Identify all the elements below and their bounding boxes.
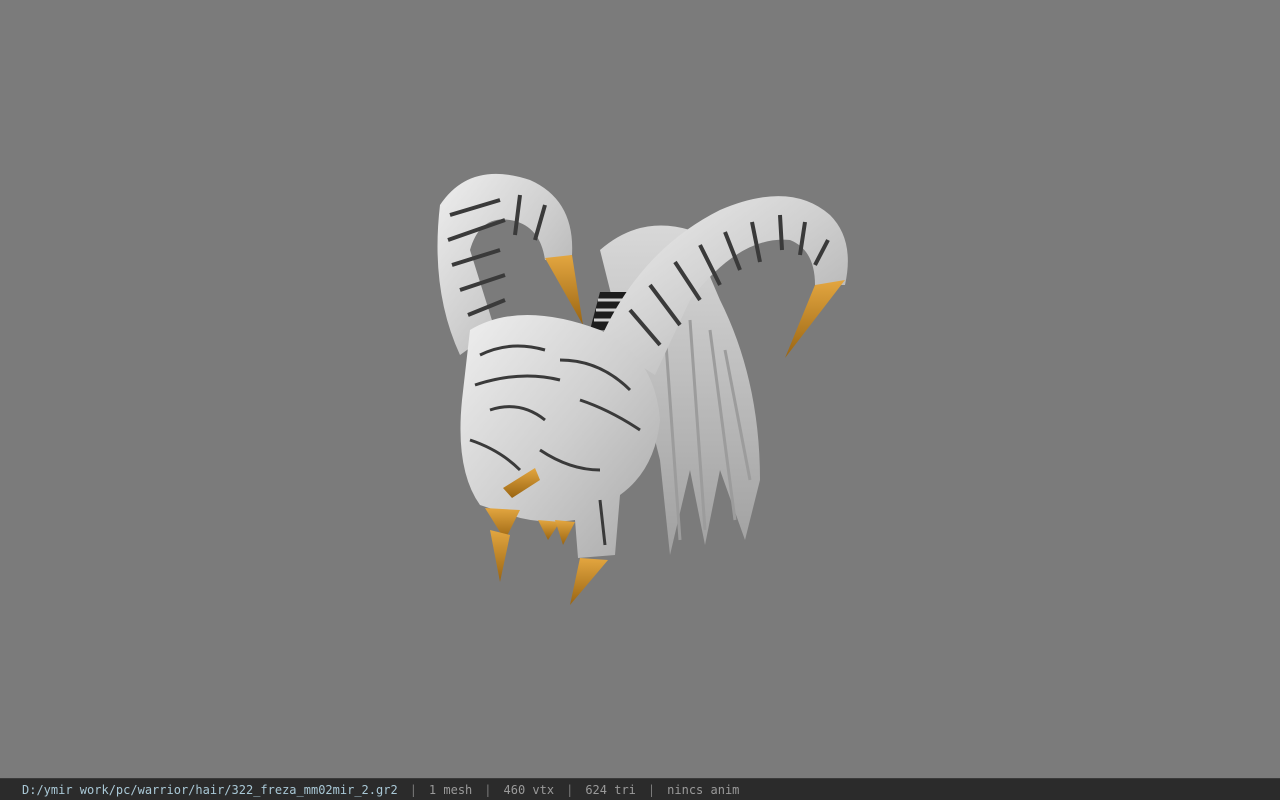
separator: |	[647, 782, 656, 797]
horned-helmet-model[interactable]	[0, 0, 1280, 778]
animation-status: nincs anim	[667, 782, 740, 797]
triangle-count: 624 tri	[585, 782, 636, 797]
separator: |	[409, 782, 417, 797]
file-path: D:/ymir work/pc/warrior/hair/322_freza_m…	[22, 782, 398, 797]
separator: |	[484, 782, 492, 797]
3d-viewport[interactable]	[0, 0, 1280, 778]
mesh-count: 1 mesh	[428, 782, 473, 797]
vertex-count: 460 vtx	[503, 782, 555, 797]
separator: |	[566, 782, 574, 797]
status-bar: D:/ymir work/pc/warrior/hair/322_freza_m…	[0, 778, 1280, 800]
